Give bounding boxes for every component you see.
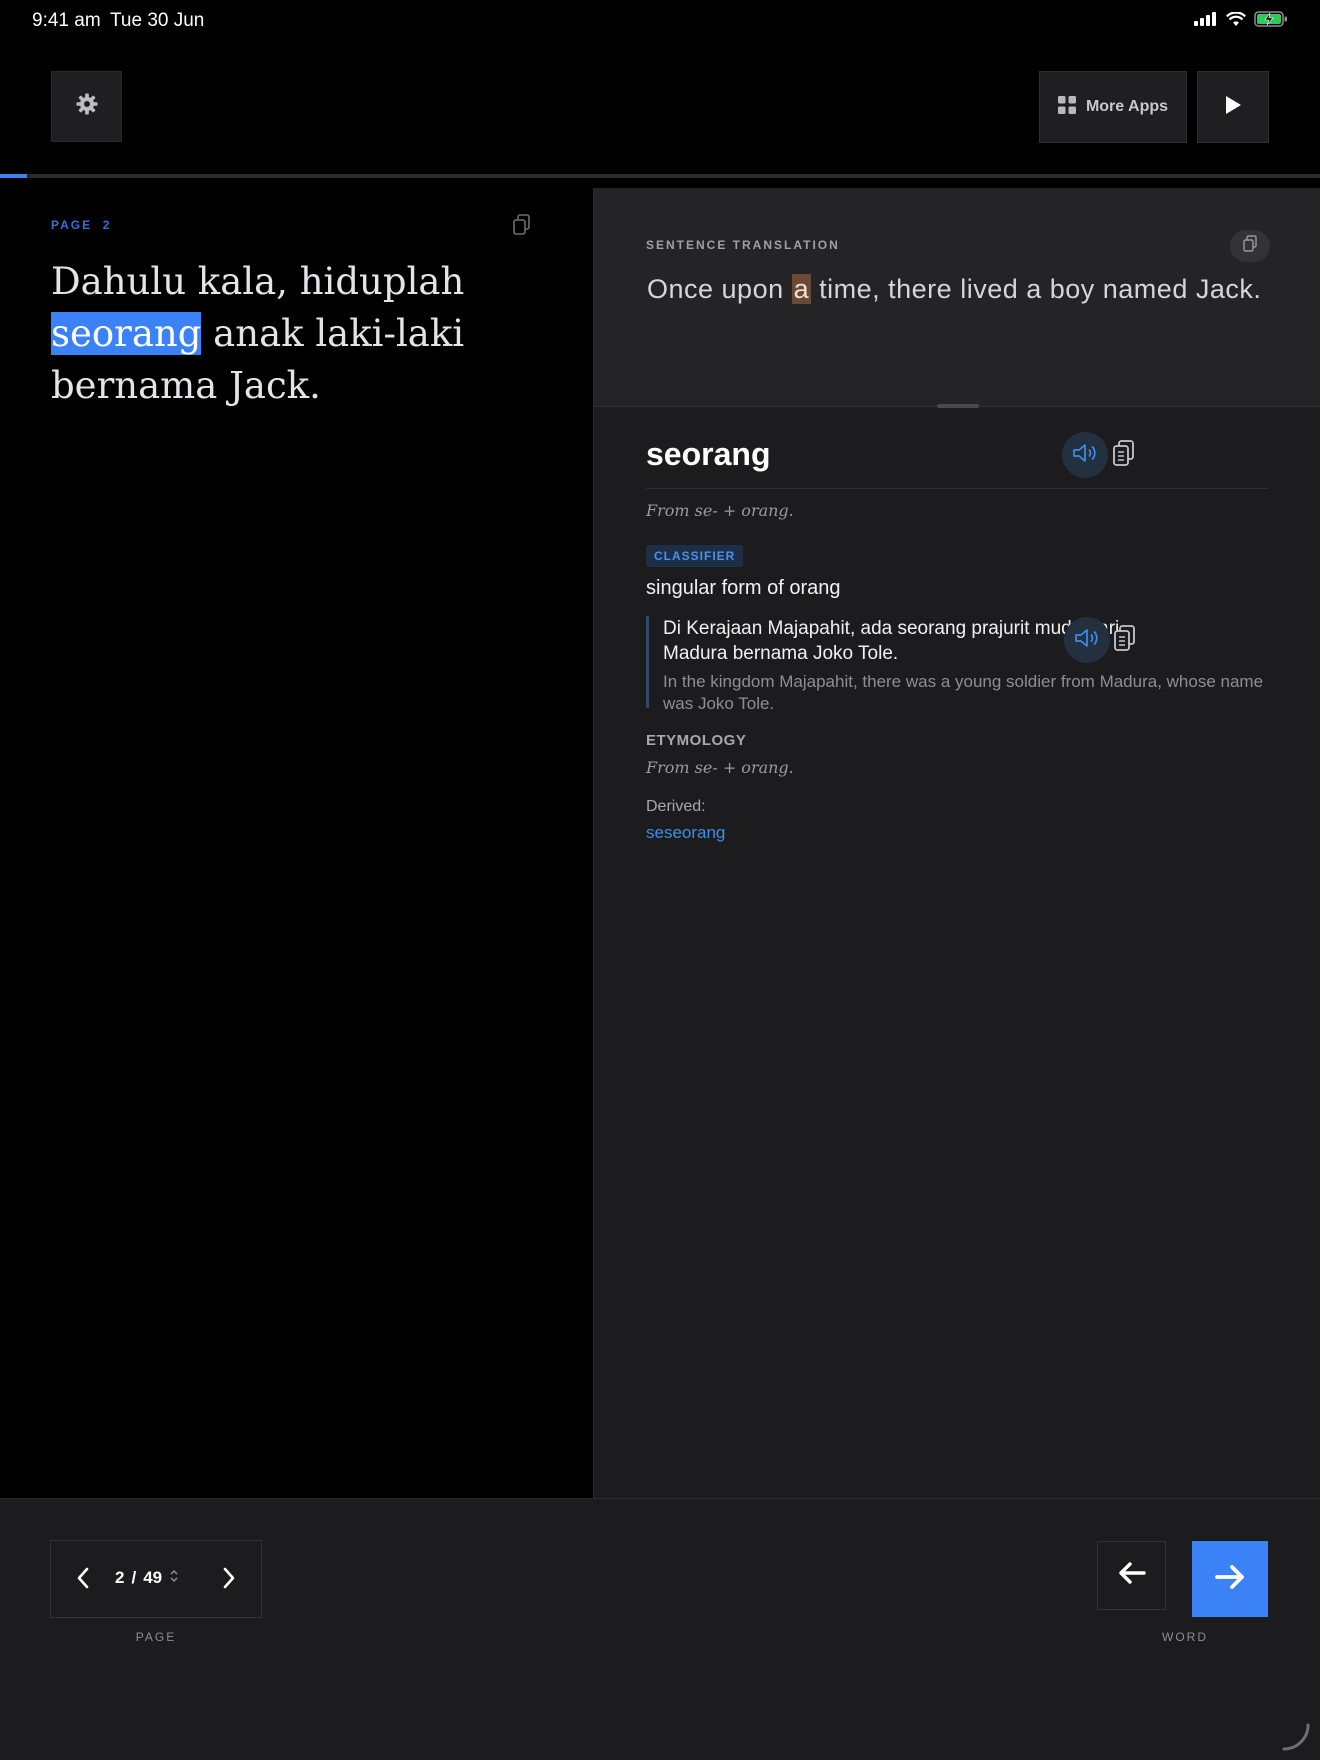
chevron-right-icon bbox=[222, 1567, 236, 1594]
source-text-pane: PAGE 2 Dahulu kala, hiduplah seorang ana… bbox=[0, 178, 593, 1498]
page-pager: 2 / 49 bbox=[50, 1540, 262, 1618]
copy-icon bbox=[512, 214, 532, 240]
arrow-left-icon bbox=[1117, 1561, 1147, 1590]
next-word-button[interactable] bbox=[1192, 1541, 1268, 1617]
next-page-button[interactable] bbox=[211, 1560, 247, 1600]
battery-charging-icon bbox=[1254, 11, 1288, 32]
settings-button[interactable] bbox=[51, 71, 122, 142]
copy-example-button[interactable] bbox=[1105, 620, 1145, 660]
play-button[interactable] bbox=[1197, 71, 1269, 143]
current-page: 2 bbox=[115, 1568, 125, 1587]
cellular-signal-icon bbox=[1194, 12, 1218, 31]
entry-word: seorang bbox=[646, 436, 771, 472]
sentence-translation-box: SENTENCE TRANSLATION Once upon a time, t… bbox=[594, 188, 1320, 406]
total-pages: 49 bbox=[143, 1568, 163, 1587]
status-bar: 9:41 am Tue 30 Jun bbox=[0, 0, 1320, 40]
page-label: PAGE 2 bbox=[51, 218, 112, 232]
entry-separator bbox=[646, 488, 1269, 489]
definition-text: singular form of orang bbox=[646, 577, 841, 599]
entry-origin: From se- + orang. bbox=[646, 501, 794, 520]
chevron-up-down-icon bbox=[169, 1568, 179, 1588]
pronounce-word-button[interactable] bbox=[1062, 432, 1108, 478]
source-text-before[interactable]: Dahulu kala, hiduplah bbox=[51, 260, 464, 303]
previous-page-button[interactable] bbox=[65, 1560, 101, 1600]
copy-source-button[interactable] bbox=[512, 214, 532, 241]
etymology-text: From se- + orang. bbox=[646, 758, 794, 777]
speaker-icon bbox=[1072, 442, 1098, 469]
copy-translation-button[interactable] bbox=[1230, 230, 1270, 262]
bottom-navigation: 2 / 49 PAGE WORD bbox=[0, 1498, 1320, 1760]
translation-label: SENTENCE TRANSLATION bbox=[646, 238, 840, 252]
etymology-heading: ETYMOLOGY bbox=[646, 732, 747, 749]
copy-icon bbox=[1112, 439, 1136, 472]
source-sentence: Dahulu kala, hiduplah seorang anak laki-… bbox=[51, 256, 531, 412]
translation-text-after: time, there lived a boy named Jack. bbox=[811, 274, 1262, 304]
status-icons bbox=[1194, 10, 1288, 32]
example-translation-text: In the kingdom Majapahit, there was a yo… bbox=[663, 672, 1264, 713]
copy-word-button[interactable] bbox=[1104, 435, 1144, 475]
wifi-icon bbox=[1226, 10, 1246, 32]
part-of-speech-badge: CLASSIFIER bbox=[646, 545, 744, 567]
translation-text-before: Once upon bbox=[647, 274, 792, 304]
translation-sentence: Once upon a time, there lived a boy name… bbox=[647, 270, 1267, 309]
word-caption: WORD bbox=[1162, 1630, 1208, 1644]
gear-icon bbox=[75, 92, 99, 121]
derived-word-link[interactable]: seseorang bbox=[646, 823, 725, 843]
dictionary-pane: SENTENCE TRANSLATION Once upon a time, t… bbox=[593, 188, 1320, 1498]
more-apps-label: More Apps bbox=[1085, 98, 1169, 115]
derived-label: Derived: bbox=[646, 798, 706, 815]
speaker-icon bbox=[1074, 627, 1100, 654]
copy-icon bbox=[1242, 234, 1258, 258]
page-selector[interactable]: 2 / 49 bbox=[115, 1568, 179, 1588]
top-toolbar: More Apps bbox=[0, 40, 1320, 174]
example-block: Di Kerajaan Majapahit, ada seorang praju… bbox=[646, 616, 1276, 713]
page-caption: PAGE bbox=[135, 1630, 177, 1644]
grid-icon bbox=[1057, 95, 1076, 119]
play-icon bbox=[1224, 95, 1242, 120]
selected-word[interactable]: seorang bbox=[51, 312, 202, 355]
page-separator: / bbox=[131, 1568, 137, 1587]
resize-corner-icon bbox=[1280, 1721, 1310, 1756]
more-apps-button[interactable]: More Apps bbox=[1039, 71, 1187, 143]
translation-highlight: a bbox=[791, 274, 812, 304]
copy-icon bbox=[1113, 624, 1137, 657]
arrow-right-icon bbox=[1214, 1564, 1246, 1595]
status-date: Tue 30 Jun bbox=[110, 10, 205, 31]
chevron-left-icon bbox=[76, 1567, 90, 1594]
pronounce-example-button[interactable] bbox=[1064, 617, 1110, 663]
resize-handle[interactable] bbox=[937, 404, 979, 408]
previous-word-button[interactable] bbox=[1097, 1541, 1166, 1610]
status-time: 9:41 am bbox=[32, 10, 101, 31]
